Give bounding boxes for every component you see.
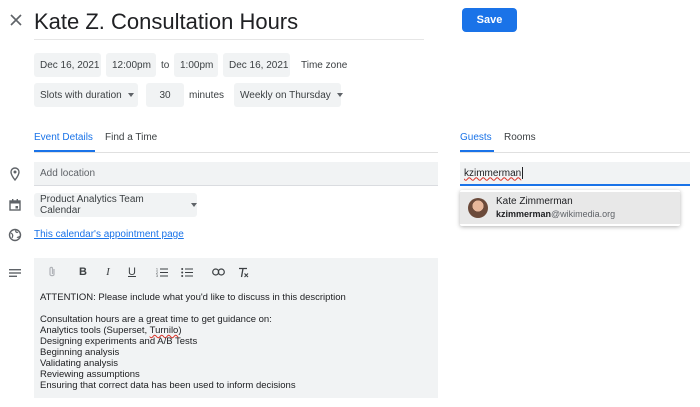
tab-guests[interactable]: Guests	[460, 132, 492, 148]
active-tab-indicator	[34, 150, 95, 152]
calendar-select[interactable]: Product Analytics Team Calendar	[34, 193, 197, 217]
paperclip-icon	[49, 266, 55, 277]
description-item: Reviewing assumptions	[40, 369, 140, 380]
timezone-link[interactable]: Time zone	[301, 53, 347, 77]
to-label: to	[161, 59, 170, 71]
clear-format-icon	[239, 267, 249, 277]
description-item: Ensuring that correct data has been used…	[40, 380, 296, 391]
start-time-chip[interactable]: 12:00pm	[106, 53, 156, 77]
suggestion-email: kzimmerman@wikimedia.org	[496, 209, 616, 219]
chevron-down-icon	[191, 203, 197, 207]
bulleted-list-icon	[181, 268, 193, 277]
description-text: ATTENTION: Please include what you'd lik…	[40, 292, 430, 391]
description-item: Validating analysis	[40, 358, 118, 369]
end-date-chip[interactable]: Dec 16, 2021	[223, 53, 290, 77]
add-guests-input[interactable]: kzimmerman	[460, 162, 690, 186]
guest-input-text: kzimmerman	[464, 167, 522, 179]
calendar-icon	[9, 199, 21, 211]
description-icon	[9, 269, 21, 277]
remove-formatting-button[interactable]	[235, 264, 251, 280]
description-item: Analytics tools (Superset, Turnilo)	[40, 325, 182, 336]
active-guests-tab-indicator	[460, 150, 494, 152]
minutes-label: minutes	[189, 89, 225, 101]
calendar-select-label: Product Analytics Team Calendar	[40, 194, 144, 216]
start-date-chip[interactable]: Dec 16, 2021	[34, 53, 101, 77]
description-attention: ATTENTION: Please include what you'd lik…	[40, 292, 346, 303]
slot-mode-select[interactable]: Slots with duration	[34, 83, 138, 107]
close-button[interactable]	[6, 10, 26, 30]
chevron-down-icon	[336, 93, 343, 97]
editor-toolbar: B I U 1 2 3	[34, 264, 438, 280]
underline-button[interactable]: U	[124, 264, 140, 280]
chevron-down-icon	[127, 93, 134, 97]
duration-input[interactable]: 30	[146, 83, 184, 107]
description-item: Designing experiments and A/B Tests	[40, 336, 198, 347]
end-time-chip[interactable]: 1:00pm	[174, 53, 218, 77]
bulleted-list-button[interactable]	[179, 264, 195, 280]
location-pin-icon	[10, 167, 20, 181]
save-button[interactable]: Save	[462, 8, 517, 32]
link-icon	[211, 268, 225, 276]
svg-text:3: 3	[156, 274, 158, 277]
avatar	[468, 198, 488, 218]
recurrence-label: Weekly on Thursday	[240, 89, 331, 101]
globe-icon	[8, 228, 22, 242]
tab-event-details[interactable]: Event Details	[34, 132, 93, 148]
tab-find-a-time[interactable]: Find a Time	[105, 132, 157, 148]
numbered-list-icon: 1 2 3	[156, 268, 168, 277]
guest-suggestions: Kate Zimmerman kzimmerman@wikimedia.org	[460, 190, 680, 226]
location-input[interactable]: Add location	[34, 162, 438, 186]
recurrence-select[interactable]: Weekly on Thursday	[234, 83, 343, 107]
close-icon	[10, 14, 22, 26]
guest-suggestion-item[interactable]: Kate Zimmerman kzimmerman@wikimedia.org	[460, 192, 680, 224]
text-cursor	[522, 167, 524, 179]
description-intro: Consultation hours are a great time to g…	[40, 314, 272, 325]
numbered-list-button[interactable]: 1 2 3	[154, 264, 170, 280]
attachment-button[interactable]	[44, 264, 60, 280]
italic-button[interactable]: I	[100, 264, 116, 280]
guests-tabs-divider	[460, 152, 690, 153]
misspelled-word: Turnilo	[149, 325, 179, 336]
tab-rooms[interactable]: Rooms	[504, 132, 536, 148]
appointment-page-link[interactable]: This calendar's appointment page	[34, 229, 184, 240]
insert-link-button[interactable]	[210, 264, 226, 280]
suggestion-name: Kate Zimmerman	[496, 196, 573, 207]
description-editor[interactable]: B I U 1 2 3 ATTENTION: Please include wh…	[34, 258, 438, 398]
bold-button[interactable]: B	[75, 264, 91, 280]
event-title-input[interactable]: Kate Z. Consultation Hours	[34, 8, 424, 40]
description-item: Beginning analysis	[40, 347, 120, 358]
tabs-divider	[34, 152, 438, 153]
slot-mode-label: Slots with duration	[40, 89, 122, 101]
